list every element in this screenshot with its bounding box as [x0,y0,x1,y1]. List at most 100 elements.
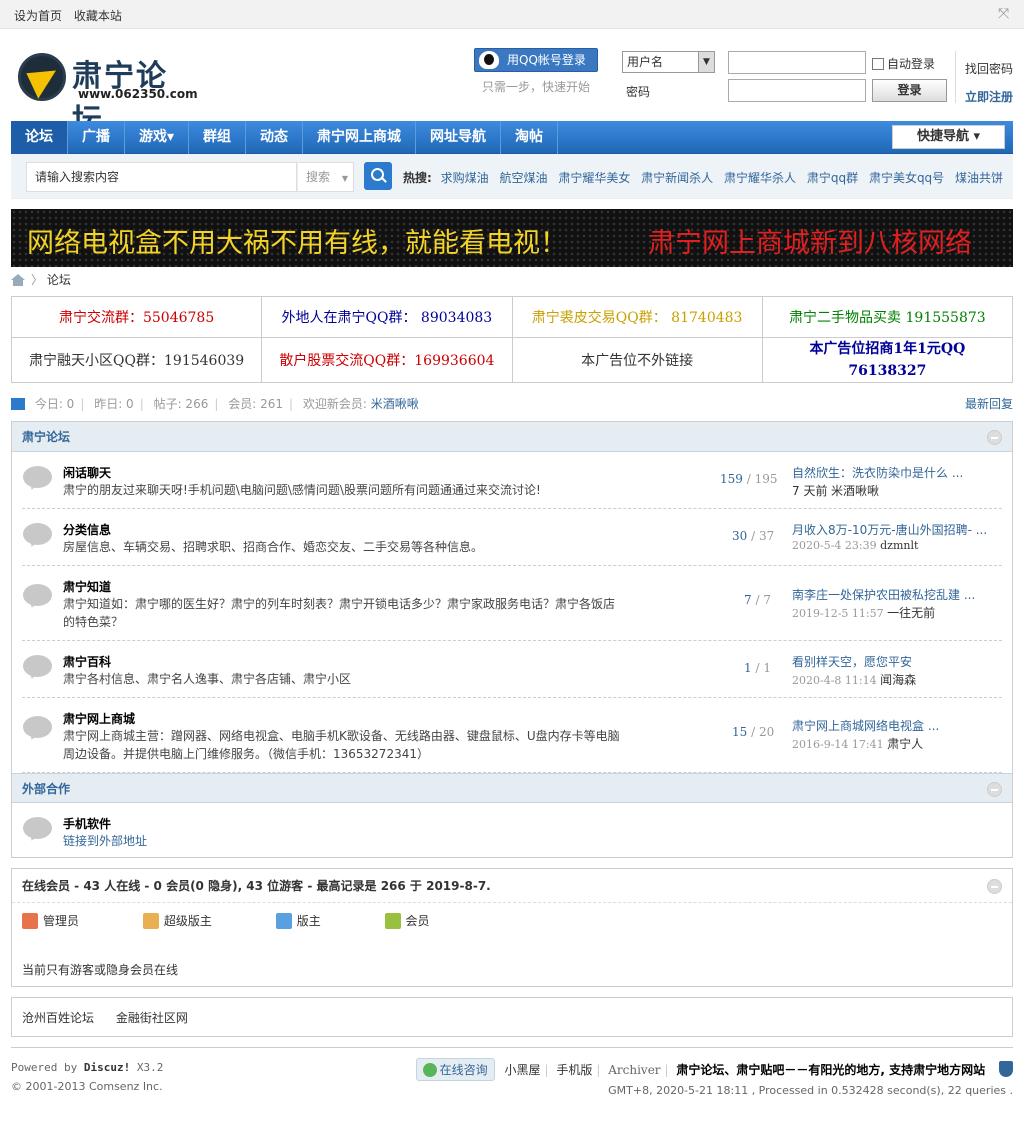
external-link[interactable]: 链接到外部地址 [63,832,623,850]
forum-name[interactable]: 手机软件 [63,815,111,832]
logo-url: www.062350.com [78,87,198,101]
forum-group-header[interactable]: 外部合作 [12,773,1012,803]
login-button[interactable]: 登录 [872,79,947,102]
forum-counts: 7 / 7 [744,593,771,607]
qq-penguin-icon [479,51,499,69]
search-input[interactable]: 请输入搜索内容 [26,162,297,192]
hot-search-link[interactable]: 肃宁耀华美女 [558,171,630,185]
qq-login-block: 用QQ帐号登录 只需一步，快速开始 [474,48,598,95]
set-home-link[interactable]: 设为首页 [14,9,62,23]
hot-search-link[interactable]: 肃宁美女qq号 [869,171,944,185]
last-post-link[interactable]: 南李庄一处保护农田被私挖乱建 ... [792,586,975,603]
nav-item-feed[interactable]: 动态 [246,121,304,154]
last-post-link[interactable]: 自然欣生：洗衣防染巾是什么 ... [792,464,963,481]
forum-name[interactable]: 肃宁知道 [63,578,111,595]
qq-group-cell[interactable]: 肃宁裘皮交易QQ群： 81740483 [511,296,763,338]
qq-group-cell[interactable]: 本广告位不外链接 [511,337,763,383]
nav-item-url-nav[interactable]: 网址导航 [416,121,502,154]
qq-login-sub: 只需一步，快速开始 [482,80,591,94]
friend-link[interactable]: 沧州百姓论坛 [22,1011,94,1025]
forum-name[interactable]: 分类信息 [63,521,111,538]
username-input[interactable] [728,51,866,74]
led-banner[interactable]: 网络电视盒不用大祸不用有线，就能看电视！ 肃宁网上商城新到八核网络 [11,209,1013,267]
home-icon[interactable] [11,274,25,286]
online-header[interactable]: 在线会员 - 43 人在线 - 0 会员(0 隐身), 43 位游客 - 最高记… [12,869,1012,903]
copyright: © 2001-2013 Comsenz Inc. [11,1080,163,1093]
legend-admin: 管理员 [22,912,109,929]
latest-replies-link[interactable]: 最新回复 [965,389,1013,419]
footer-links: 在线咨询 小黑屋 | 手机版 | Archiver | 肃宁论坛、肃宁贴吧－－有阳光的… [415,1058,1013,1081]
forum-row[interactable]: 手机软件 链接到外部地址 [22,803,1002,857]
hot-search-link[interactable]: 肃宁耀华杀人 [724,171,796,185]
register-link[interactable]: 立即注册 [965,83,1013,111]
forgot-password-link[interactable]: 找回密码 [965,55,1013,83]
hot-search-link[interactable]: 煤油共饼 [955,171,1003,185]
footer-link[interactable]: Archiver [608,1063,660,1077]
collapse-icon[interactable] [987,879,1002,894]
forum-desc: 肃宁各村信息、肃宁名人逸事、肃宁各店铺、肃宁小区 [63,672,352,686]
quick-nav-button[interactable]: 快捷导航 ▾ [892,125,1005,149]
auto-login-checkbox[interactable]: 自动登录 [872,55,935,72]
footer-slogan[interactable]: 肃宁论坛、肃宁贴吧－－有阳光的地方, 支持肃宁地方网站 [676,1063,985,1077]
forum-bubble-icon [22,653,53,682]
qq-group-cell[interactable]: 肃宁融天小区QQ群：191546039 [10,337,263,383]
qq-group-cell[interactable]: 外地人在肃宁QQ群： 89034083 [261,296,513,338]
breadcrumb-current[interactable]: 论坛 [47,273,71,287]
forum-name[interactable]: 闲话聊天 [63,464,111,481]
fullscreen-icon[interactable]: ⤧ [998,7,1012,21]
bookmark-link[interactable]: 收藏本站 [74,9,122,23]
discuz-link[interactable]: Discuz! [84,1061,130,1074]
hot-search-link[interactable]: 航空煤油 [499,171,547,185]
friend-links: 沧州百姓论坛 金融街社区网 [11,997,1013,1037]
forum-name[interactable]: 肃宁网上商城 [63,710,135,727]
last-post-meta: 2019-12-5 11:57 一往无前 [792,606,936,620]
nav-item-groups[interactable]: 群组 [189,121,247,154]
friend-link[interactable]: 金融街社区网 [116,1011,188,1025]
nav-item-forum[interactable]: 论坛 [11,121,68,154]
footer-link[interactable]: 手机版 [556,1063,592,1077]
forum-bubble-icon [22,521,53,550]
hot-search-link[interactable]: 肃宁新闻杀人 [641,171,713,185]
forum-row[interactable]: 闲话聊天 肃宁的朋友过来聊天呀!手机问题\电脑问题\感情问题\股票问题所有问题通… [22,452,1002,509]
password-input[interactable] [728,79,866,102]
forum-row[interactable]: 分类信息 房屋信息、车辆交易、招聘求职、招商合作、婚恋交友、二手交易等各种信息。… [22,509,1002,566]
search-type-select[interactable]: 搜索 ▼ [297,162,354,192]
nav-item-broadcast[interactable]: 广播 [68,121,125,154]
qq-group-cell[interactable]: 本广告位招商1年1元QQ 76138327 [761,337,1014,383]
nav-item-games[interactable]: 游戏▾ [125,121,190,154]
qq-group-cell[interactable]: 肃宁交流群：55046785 [10,296,263,338]
login-type-select[interactable]: 用户名 ▼ [622,51,715,73]
last-post-link[interactable]: 月收入8万-10万元-唐山外国招聘- ... [792,521,987,538]
nav-item-taotie[interactable]: 淘帖 [501,121,559,154]
qq-group-cell[interactable]: 散户股票交流QQ群：169936604 [261,337,513,383]
online-legend: 管理员 超级版主 版主 会员 [22,912,490,929]
forum-name[interactable]: 肃宁百科 [63,653,111,670]
online-consult-button[interactable]: 在线咨询 [415,1058,495,1081]
forum-counts: 159 / 195 [720,472,778,486]
qq-group-cell[interactable]: 肃宁二手物品买卖 191555873 [761,296,1014,338]
qq-login-button[interactable]: 用QQ帐号登录 [474,48,598,72]
forum-stats: 今日: 0 | 昨日: 0 | 帖子: 266 | 会员: 261 | 欢迎新会员: 米… [11,389,1013,417]
powered-by: Powered by Discuz! X3.2 [11,1061,164,1074]
collapse-icon[interactable] [987,782,1002,797]
legend-mod: 版主 [275,912,351,929]
forum-group-header[interactable]: 肃宁论坛 [12,422,1012,452]
forum-row[interactable]: 肃宁百科 肃宁各村信息、肃宁名人逸事、肃宁各店铺、肃宁小区 1 / 1 看别样天… [22,641,1002,698]
last-post-link[interactable]: 肃宁网上商城网络电视盒 ... [792,717,939,734]
forum-desc: 肃宁网上商城主营：蹭网器、网络电视盒、电脑手机K歌设备、无线路由器、键盘鼠标、U… [63,729,620,761]
new-member-link[interactable]: 米酒啾啾 [371,397,419,411]
search-bar: 请输入搜索内容 搜索 ▼ 热搜: 求购煤油 航空煤油 肃宁耀华美女 肃宁新闻杀人… [11,154,1013,199]
hot-search-link[interactable]: 肃宁qq群 [807,171,858,185]
shield-icon[interactable] [999,1061,1013,1077]
footer-link[interactable]: 小黑屋 [504,1063,540,1077]
search-icon[interactable] [364,162,392,190]
nav-item-shop[interactable]: 肃宁网上商城 [303,121,417,154]
site-logo[interactable]: 肃宁论坛 www.062350.com [18,51,198,138]
forum-row[interactable]: 肃宁知道 肃宁知道如：肃宁哪的医生好？肃宁的列车时刻表？肃宁开锁电话多少？肃宁家… [22,566,1002,641]
hot-search-link[interactable]: 求购煤油 [441,171,489,185]
legend-super-mod: 超级版主 [142,912,242,929]
last-post-link[interactable]: 看别样天空，愿您平安 [792,653,912,670]
banner-text-left: 网络电视盒不用大祸不用有线，就能看电视！ [27,228,567,259]
forum-row[interactable]: 肃宁网上商城 肃宁网上商城主营：蹭网器、网络电视盒、电脑手机K歌设备、无线路由器… [22,698,1002,773]
collapse-icon[interactable] [987,430,1002,445]
